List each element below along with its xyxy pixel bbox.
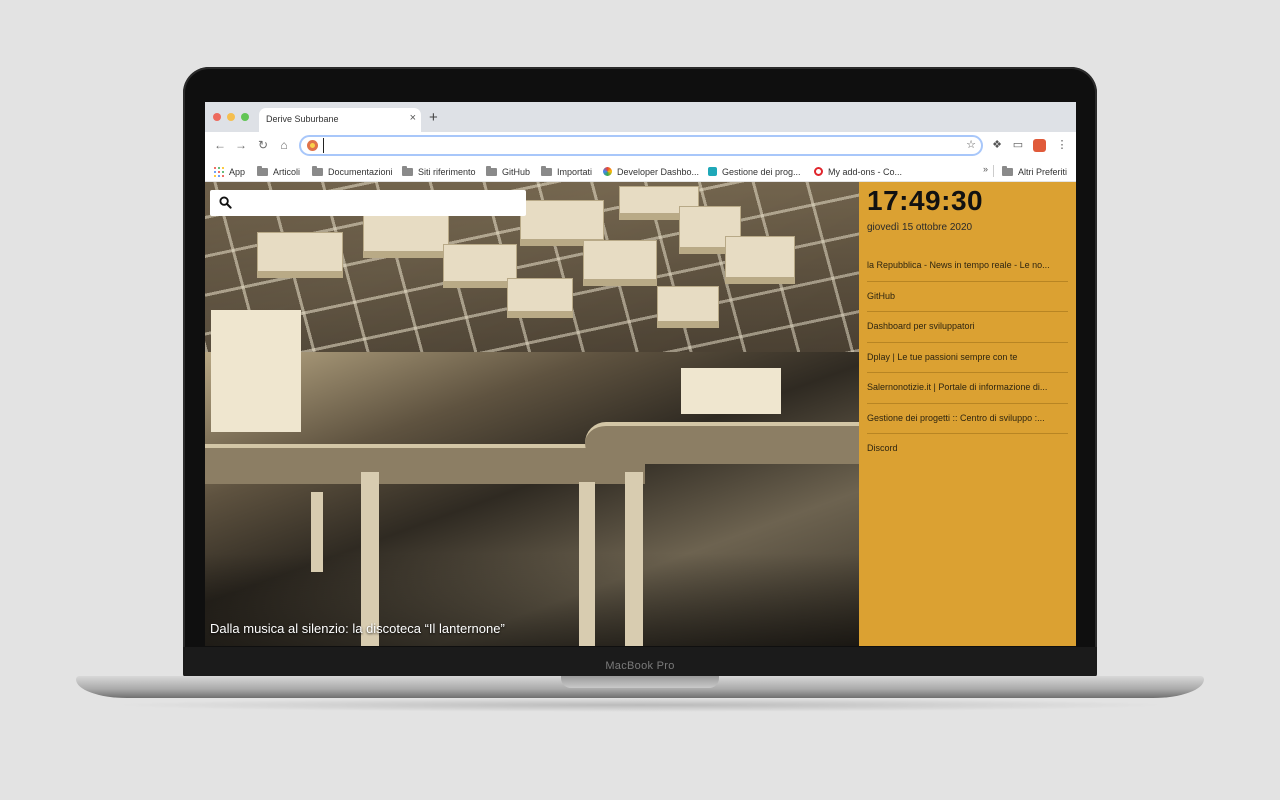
tab-derive-suburbane[interactable]: Derive Suburbane × bbox=[259, 108, 421, 132]
home-icon[interactable]: ⌂ bbox=[276, 137, 292, 153]
photo-ceiling-box bbox=[725, 236, 795, 278]
laptop-shadow bbox=[110, 698, 1170, 712]
photo-ceiling-box bbox=[363, 214, 449, 252]
bookmark-documentazioni[interactable]: Documentazioni bbox=[312, 165, 393, 178]
address-bar[interactable]: ☆ bbox=[299, 135, 983, 156]
photo-window bbox=[211, 310, 301, 432]
page-content: Dalla musica al silenzio: la discoteca “… bbox=[205, 182, 1076, 646]
bookmark-label: My add-ons - Co... bbox=[828, 166, 903, 177]
photo-caption[interactable]: Dalla musica al silenzio: la discoteca “… bbox=[210, 621, 505, 636]
new-tab-button[interactable]: + bbox=[429, 110, 438, 125]
bookmark-gestione-progetti[interactable]: Gestione dei prog... bbox=[708, 165, 801, 178]
photo-ceiling-box bbox=[257, 232, 343, 272]
bookmark-importati[interactable]: Importati bbox=[541, 165, 592, 178]
photo-window bbox=[681, 368, 781, 414]
bookmark-label: App bbox=[229, 166, 246, 177]
teal-star-icon bbox=[708, 167, 717, 176]
bookmark-label: Documentazioni bbox=[328, 166, 393, 177]
browser-toolbar: ← → ↻ ⌂ ☆ ❖ ▭ ⋮ bbox=[205, 132, 1076, 160]
laptop-notch bbox=[561, 676, 719, 688]
photo-floor-slab bbox=[585, 422, 859, 464]
list-item[interactable]: Dashboard per sviluppatori bbox=[867, 312, 1068, 343]
minimize-window-button[interactable] bbox=[227, 113, 235, 121]
extensions-puzzle-icon[interactable]: ❖ bbox=[990, 138, 1004, 152]
close-window-button[interactable] bbox=[213, 113, 221, 121]
maximize-window-button[interactable] bbox=[241, 113, 249, 121]
photo-pillar bbox=[361, 472, 379, 646]
photo-ceiling-box bbox=[507, 278, 573, 312]
bookmark-developer-dashboard[interactable]: Developer Dashbo... bbox=[603, 165, 699, 178]
folder-icon bbox=[312, 165, 323, 176]
list-item[interactable]: Discord bbox=[867, 434, 1068, 465]
background-photo: Dalla musica al silenzio: la discoteca “… bbox=[205, 182, 859, 646]
back-arrow-icon[interactable]: ← bbox=[212, 137, 228, 153]
list-item[interactable]: la Repubblica - News in tempo reale - Le… bbox=[867, 251, 1068, 282]
top-sites-list: la Repubblica - News in tempo reale - Le… bbox=[867, 251, 1068, 465]
list-item[interactable]: Gestione dei progetti :: Centro di svilu… bbox=[867, 404, 1068, 434]
clock: 17:49:30 bbox=[867, 185, 984, 216]
menu-dots-icon[interactable]: ⋮ bbox=[1055, 138, 1069, 152]
search-icon bbox=[219, 196, 232, 209]
photo-ceiling-box bbox=[657, 286, 719, 322]
browser-window: Derive Suburbane × + ← → ↻ ⌂ ☆ ❖ ▭ ⋮ App bbox=[205, 102, 1076, 646]
bookmark-star-icon[interactable]: ☆ bbox=[966, 138, 976, 151]
photo-pillar bbox=[579, 482, 595, 646]
opera-icon bbox=[814, 167, 823, 176]
bookmark-my-addons[interactable]: My add-ons - Co... bbox=[814, 165, 902, 178]
search-box[interactable] bbox=[210, 190, 526, 216]
bookmarks-bar: App Articoli Documentazioni Siti riferim… bbox=[205, 160, 1076, 182]
date: giovedì 15 ottobre 2020 bbox=[867, 222, 973, 233]
folder-icon bbox=[486, 165, 497, 176]
sidebar-panel: 17:49:30 giovedì 15 ottobre 2020 la Repu… bbox=[859, 182, 1076, 646]
bookmark-label: Articoli bbox=[273, 166, 301, 177]
apps-grid-icon bbox=[214, 166, 224, 177]
reload-icon[interactable]: ↻ bbox=[255, 137, 271, 153]
bookmark-altri-preferiti[interactable]: Altri Preferiti bbox=[1002, 165, 1067, 178]
search-input[interactable] bbox=[238, 194, 518, 212]
extension-badge-icon[interactable] bbox=[1033, 139, 1046, 152]
bookmark-label: Developer Dashbo... bbox=[617, 166, 700, 177]
bookmark-siti-riferimento[interactable]: Siti riferimento bbox=[402, 165, 476, 178]
photo-ceiling-box bbox=[443, 244, 517, 282]
list-item[interactable]: GitHub bbox=[867, 282, 1068, 312]
photo-ceiling-box bbox=[520, 200, 604, 240]
forward-arrow-icon[interactable]: → bbox=[233, 137, 249, 153]
address-input[interactable] bbox=[323, 138, 943, 153]
tab-strip: Derive Suburbane × + bbox=[205, 102, 1076, 132]
more-bookmarks-chevron-icon[interactable]: » bbox=[983, 164, 988, 174]
bookmark-github[interactable]: GitHub bbox=[486, 165, 530, 178]
bookmark-label: Importati bbox=[557, 166, 593, 177]
bookmark-articoli[interactable]: Articoli bbox=[257, 165, 300, 178]
laptop-model-label: MacBook Pro bbox=[605, 660, 675, 672]
bookmark-label: Gestione dei prog... bbox=[722, 166, 801, 177]
bookmarks-separator bbox=[993, 165, 994, 177]
photo-pillar bbox=[311, 492, 323, 572]
cast-icon[interactable]: ▭ bbox=[1011, 138, 1025, 152]
rainbow-icon bbox=[603, 167, 612, 176]
photo-floor-slab bbox=[205, 444, 645, 484]
bookmark-label: GitHub bbox=[502, 166, 531, 177]
tab-title: Derive Suburbane bbox=[266, 114, 339, 124]
bookmark-label: Altri Preferiti bbox=[1018, 166, 1068, 177]
folder-icon bbox=[1002, 165, 1013, 176]
bookmark-app[interactable]: App bbox=[214, 165, 245, 178]
site-favicon-icon bbox=[307, 140, 318, 151]
bookmark-label: Siti riferimento bbox=[418, 166, 476, 177]
list-item[interactable]: Dplay | Le tue passioni sempre con te bbox=[867, 343, 1068, 373]
photo-pillar bbox=[625, 472, 643, 646]
photo-ceiling-box bbox=[583, 240, 657, 280]
folder-icon bbox=[402, 165, 413, 176]
list-item[interactable]: Salernonotizie.it | Portale di informazi… bbox=[867, 373, 1068, 404]
tab-close-icon[interactable]: × bbox=[410, 112, 416, 124]
folder-icon bbox=[257, 165, 268, 176]
folder-icon bbox=[541, 165, 552, 176]
